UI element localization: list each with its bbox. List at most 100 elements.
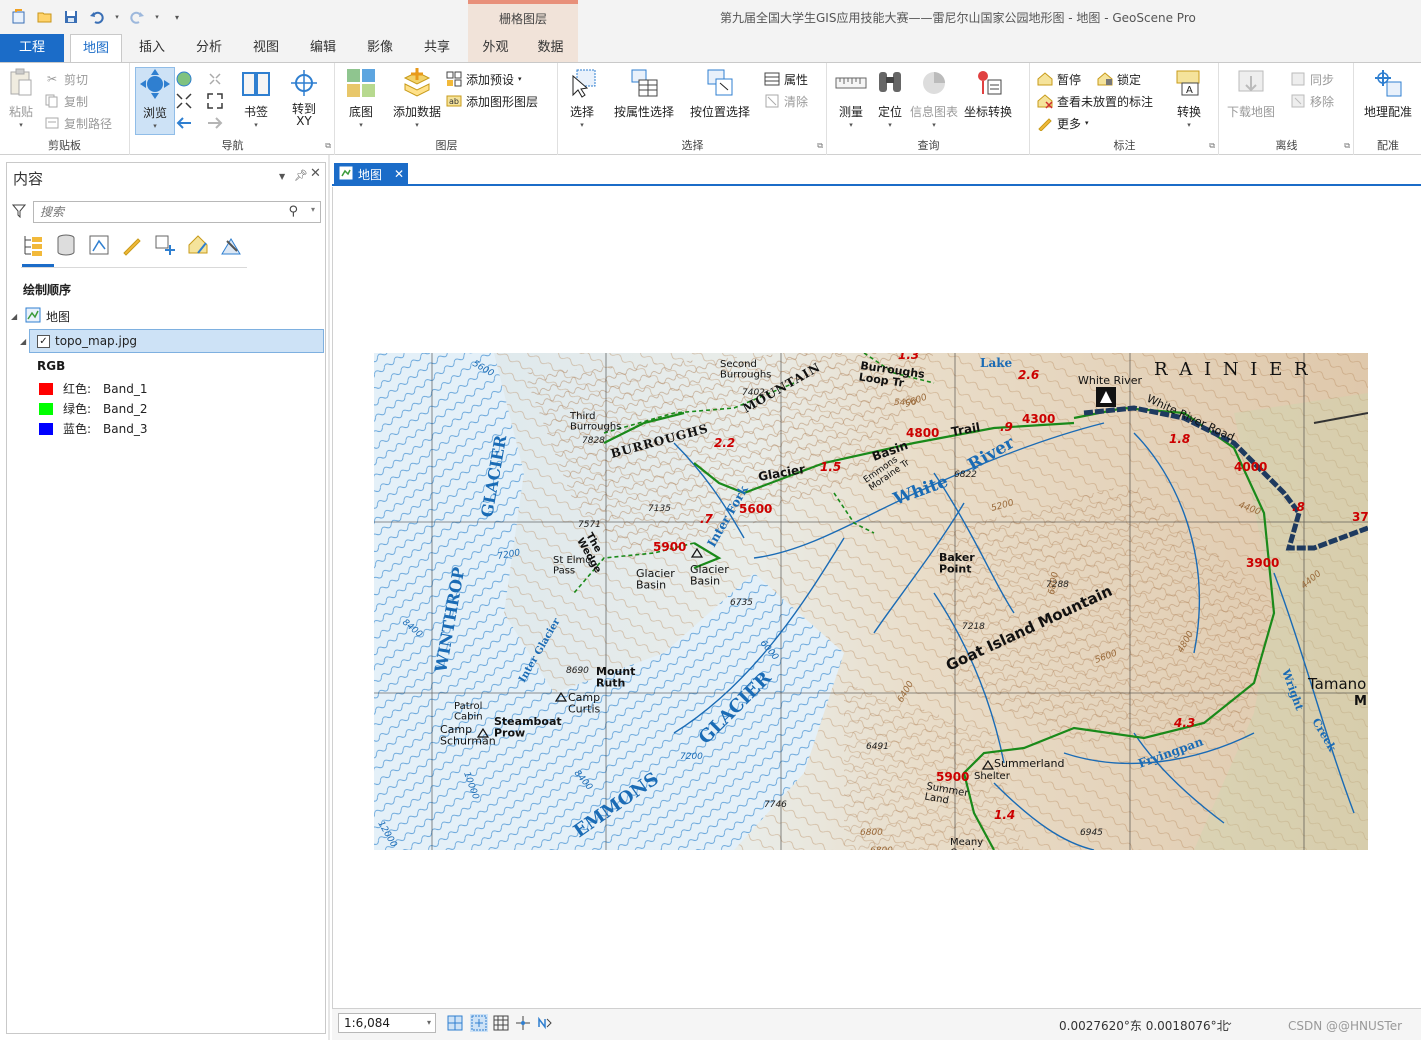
new-project-icon[interactable] bbox=[10, 8, 28, 26]
save-project-icon[interactable] bbox=[62, 8, 80, 26]
labeling-view-icon[interactable] bbox=[186, 233, 210, 257]
add-graphics-layer-button[interactable]: ab 添加图形图层 bbox=[446, 91, 538, 111]
layer-group-label: 图层 bbox=[435, 139, 458, 152]
select-button[interactable]: 选择 ▾ bbox=[565, 67, 599, 129]
filter-icon[interactable] bbox=[11, 204, 27, 221]
band-color-swatch[interactable] bbox=[39, 402, 53, 415]
quick-access-toolbar: ▾ ▾ ▾ bbox=[10, 8, 186, 26]
attribute-table-icon bbox=[764, 71, 780, 87]
snapping-view-icon[interactable] bbox=[153, 233, 177, 257]
snapping-toggle-icon[interactable] bbox=[470, 1014, 488, 1032]
copy-path-button[interactable]: 复制路径 bbox=[44, 113, 112, 133]
sync-button[interactable]: 同步 bbox=[1290, 69, 1334, 89]
previous-extent-icon[interactable] bbox=[176, 113, 192, 133]
binoculars-icon bbox=[873, 67, 907, 99]
fixed-zoom-out-icon[interactable] bbox=[176, 91, 192, 111]
drawing-order-view-icon[interactable] bbox=[21, 233, 45, 257]
measure-button[interactable]: 测量 ▾ bbox=[832, 67, 870, 129]
collapse-arrow-icon[interactable]: ◢ bbox=[11, 312, 20, 321]
map-canvas[interactable]: R A I N I E R White River White River Ro… bbox=[332, 187, 1421, 1008]
tab-insert[interactable]: 插入 bbox=[126, 34, 178, 62]
search-dropdown-icon[interactable]: ▾ bbox=[311, 205, 315, 214]
basemap-button[interactable]: 底图 ▾ bbox=[342, 67, 380, 129]
full-extent-icon[interactable] bbox=[176, 69, 192, 89]
lock-labels-button[interactable]: 锁定 bbox=[1097, 69, 1141, 89]
search-input[interactable] bbox=[34, 202, 274, 222]
select-by-attributes-button[interactable]: 按属性选择 bbox=[613, 67, 675, 120]
navigate-launcher-icon[interactable]: ⧉ bbox=[325, 141, 331, 151]
spot-height-6822: 6822 bbox=[954, 470, 977, 480]
offline-launcher-icon[interactable]: ⧉ bbox=[1344, 141, 1350, 151]
select-by-location-button[interactable]: 按位置选择 bbox=[689, 67, 751, 120]
goto-xy-button[interactable]: 转到 XY bbox=[285, 67, 323, 127]
undo-dropdown-icon[interactable]: ▾ bbox=[114, 8, 120, 26]
zoom-to-extent-icon[interactable] bbox=[207, 91, 223, 111]
pane-splitter[interactable] bbox=[328, 155, 330, 1040]
redo-icon[interactable] bbox=[128, 8, 146, 26]
tab-view[interactable]: 视图 bbox=[240, 34, 292, 62]
view-unplaced-labels-button[interactable]: 查看未放置的标注 bbox=[1037, 91, 1153, 111]
band-color-swatch[interactable] bbox=[39, 422, 53, 435]
map-tree-node[interactable]: ◢ 地图 bbox=[11, 307, 70, 326]
map-scale-dropdown[interactable]: 1:6,084 ▾ bbox=[338, 1013, 436, 1033]
cut-button[interactable]: ✂ 剪切 bbox=[44, 69, 88, 89]
topographic-map-raster[interactable]: R A I N I E R White River White River Ro… bbox=[374, 353, 1368, 850]
crosshair-toggle-icon[interactable] bbox=[514, 1014, 532, 1032]
tab-project[interactable]: 工程 bbox=[0, 34, 64, 62]
data-source-view-icon[interactable] bbox=[54, 233, 78, 257]
selection-launcher-icon[interactable]: ⧉ bbox=[817, 141, 823, 151]
pause-labels-button[interactable]: 暂停 bbox=[1037, 69, 1081, 89]
copy-button[interactable]: 复制 bbox=[44, 91, 88, 111]
pane-options-dropdown-icon[interactable]: ▼ bbox=[279, 172, 285, 181]
undo-icon[interactable] bbox=[88, 8, 106, 26]
labeling-launcher-icon[interactable]: ⧉ bbox=[1209, 141, 1215, 151]
more-labeling-button[interactable]: 更多 ▾ bbox=[1037, 113, 1089, 133]
remove-offline-button[interactable]: 移除 bbox=[1290, 91, 1334, 111]
layer-collapse-arrow-icon[interactable]: ◢ bbox=[20, 337, 29, 346]
add-data-button[interactable]: 添加数据 ▾ bbox=[392, 67, 442, 129]
infographics-button[interactable]: 信息图表 ▾ bbox=[910, 67, 958, 129]
clear-selection-button[interactable]: 清除 bbox=[764, 91, 808, 111]
map-extent-grid-icon[interactable] bbox=[446, 1014, 464, 1032]
layer-topo-map[interactable]: ◢ ✓ topo_map.jpg bbox=[20, 329, 324, 353]
search-icon[interactable]: ⚲ bbox=[288, 204, 298, 219]
scale-dropdown-arrow-icon[interactable]: ▾ bbox=[427, 1014, 431, 1032]
attributes-button[interactable]: 属性 bbox=[764, 69, 808, 89]
editing-view-icon[interactable] bbox=[120, 233, 144, 257]
tab-edit[interactable]: 编辑 bbox=[297, 34, 349, 62]
more-labeling-icon bbox=[1037, 115, 1053, 131]
close-pane-icon[interactable]: ✕ bbox=[310, 166, 321, 181]
tab-imagery[interactable]: 影像 bbox=[354, 34, 406, 62]
tab-analysis[interactable]: 分析 bbox=[183, 34, 235, 62]
explore-button[interactable]: 浏览 ▾ bbox=[135, 67, 175, 135]
tab-map-view[interactable]: 地图 ✕ bbox=[334, 163, 408, 185]
perspective-imagery-view-icon[interactable] bbox=[219, 233, 243, 257]
redo-dropdown-icon[interactable]: ▾ bbox=[154, 8, 160, 26]
coordinate-format-dropdown-icon[interactable]: ⌄ bbox=[1225, 1017, 1233, 1028]
close-map-tab-icon[interactable]: ✕ bbox=[394, 167, 404, 181]
layer-visibility-checkbox[interactable]: ✓ bbox=[37, 334, 50, 348]
selection-view-icon[interactable] bbox=[87, 233, 111, 257]
georeference-button[interactable]: 地理配准 bbox=[1359, 67, 1417, 120]
add-preset-button[interactable]: 添加预设 ▾ bbox=[446, 69, 522, 89]
pin-icon[interactable]: 📌︎ bbox=[294, 169, 308, 182]
refresh-map-icon[interactable] bbox=[536, 1014, 554, 1032]
band-color-swatch[interactable] bbox=[39, 382, 53, 395]
bookmarks-button[interactable]: 书签 ▾ bbox=[237, 67, 275, 129]
watermark-text: CSDN @@HNUSTer bbox=[1288, 1019, 1403, 1033]
fixed-zoom-in-icon[interactable] bbox=[207, 69, 223, 89]
convert-coordinates-button[interactable]: 坐标转换 bbox=[962, 67, 1014, 120]
download-map-button[interactable]: 下载地图 bbox=[1226, 67, 1276, 120]
paste-button[interactable]: 粘贴 ▾ bbox=[4, 67, 38, 129]
spot-height-7402: 7402 bbox=[742, 388, 765, 398]
tab-appearance[interactable]: 外观 bbox=[468, 34, 523, 62]
customize-qat-icon[interactable]: ▾ bbox=[168, 8, 186, 26]
locate-button[interactable]: 定位 ▾ bbox=[872, 67, 908, 129]
tab-share[interactable]: 共享 bbox=[411, 34, 463, 62]
convert-labels-button[interactable]: A 转换 ▾ bbox=[1171, 67, 1207, 129]
open-project-icon[interactable] bbox=[36, 8, 54, 26]
next-extent-icon[interactable] bbox=[207, 113, 223, 133]
grid-toggle-icon[interactable] bbox=[492, 1014, 510, 1032]
tab-map[interactable]: 地图 bbox=[70, 34, 122, 63]
tab-data[interactable]: 数据 bbox=[523, 34, 578, 62]
